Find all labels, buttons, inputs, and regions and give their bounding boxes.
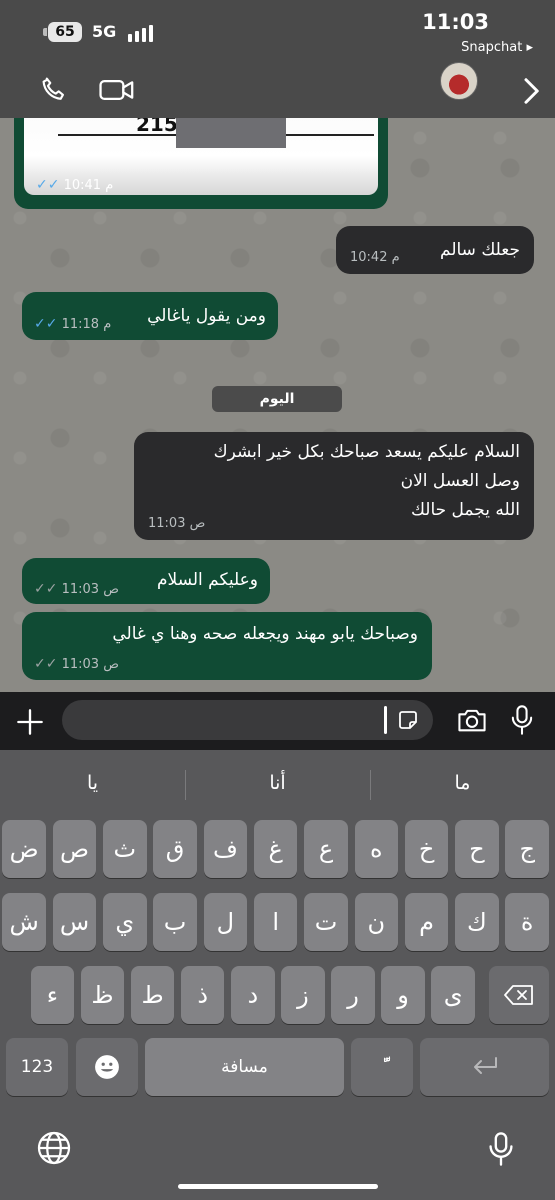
message-time: 10:41 م: [63, 178, 114, 193]
message-input[interactable]: [62, 700, 433, 740]
message-text: وعليكم السلام: [157, 570, 258, 590]
message-bubble-outgoing[interactable]: جعلك سالم 10:42 م: [336, 226, 534, 274]
key[interactable]: ا: [253, 893, 298, 951]
key[interactable]: و: [381, 966, 425, 1024]
message-meta: ✓✓ 11:18 م: [34, 316, 111, 332]
message-bubble-incoming[interactable]: وعليكم السلام ✓✓ 11:03 ص: [22, 558, 270, 604]
key[interactable]: ب: [153, 893, 197, 951]
key[interactable]: ض: [2, 820, 46, 878]
key[interactable]: ك: [455, 893, 499, 951]
suggestion-divider: [370, 770, 371, 800]
suggestion-2[interactable]: أنا: [185, 772, 370, 794]
key[interactable]: ى: [431, 966, 475, 1024]
read-receipt-icon: ✓✓: [36, 177, 66, 193]
message-text: وصباحك يابو مهند ويجعله صحه وهنا ي غالي: [112, 624, 418, 644]
sticker-icon[interactable]: [396, 708, 420, 736]
composer-bar: [0, 692, 555, 750]
key[interactable]: س: [52, 893, 97, 951]
suggestion-3[interactable]: يا: [0, 772, 185, 794]
text-caret: [384, 706, 387, 734]
diacritics-key[interactable]: ًّ: [351, 1038, 413, 1096]
key[interactable]: ث: [103, 820, 147, 878]
key[interactable]: ء: [30, 966, 75, 1024]
read-receipt-icon: ✓✓: [34, 316, 64, 332]
microphone-icon[interactable]: [510, 704, 534, 740]
key[interactable]: ت: [304, 893, 348, 951]
numbers-key[interactable]: 123: [6, 1038, 68, 1096]
delivered-receipt-icon: ✓✓: [34, 581, 64, 597]
message-text: السلام عليكم يسعد صباحك بكل خير ابشرك وص…: [214, 438, 520, 525]
message-bubble-incoming[interactable]: وصباحك يابو مهند ويجعله صحه وهنا ي غالي …: [22, 612, 432, 680]
camera-icon[interactable]: [456, 706, 488, 738]
globe-icon[interactable]: [36, 1130, 72, 1170]
keyboard: ما أنا يا جحخهعغفقثصض ةكمنتالبيسش ىورزدذطظ…: [0, 750, 555, 1200]
key[interactable]: ز: [281, 966, 325, 1024]
message-meta: ✓✓ 10:41 م: [36, 177, 113, 193]
key[interactable]: د: [231, 966, 275, 1024]
key[interactable]: ق: [153, 820, 197, 878]
key[interactable]: ه: [354, 820, 399, 878]
message-bubble-incoming[interactable]: ومن يقول ياغالي ✓✓ 11:18 م: [22, 292, 278, 340]
phone-icon[interactable]: [38, 74, 70, 110]
key[interactable]: ش: [2, 893, 46, 951]
key[interactable]: ر: [331, 966, 375, 1024]
message-time: 11:18 م: [61, 317, 112, 332]
image-message[interactable]: 215 ✓✓ 10:41 م: [14, 118, 388, 209]
microphone-icon[interactable]: [488, 1130, 514, 1172]
message-line: السلام عليكم يسعد صباحك بكل خير ابشرك: [213, 442, 520, 462]
suggestion-divider: [185, 770, 186, 800]
battery-indicator: 65: [48, 22, 82, 42]
key[interactable]: ن: [354, 893, 399, 951]
key[interactable]: ة: [505, 893, 549, 951]
message-time: 11:03 ص: [61, 657, 119, 672]
video-camera-icon[interactable]: [98, 74, 136, 110]
contact-avatar[interactable]: [440, 62, 478, 100]
status-time: 11:03: [422, 10, 489, 34]
signal-icon: [128, 24, 158, 42]
emoji-icon[interactable]: [76, 1038, 138, 1096]
key[interactable]: ح: [455, 820, 499, 878]
suggestion-1[interactable]: ما: [370, 772, 555, 794]
chevron-right-icon[interactable]: [518, 76, 544, 110]
delivered-receipt-icon: ✓✓: [34, 656, 64, 672]
plus-icon[interactable]: [16, 708, 44, 740]
key[interactable]: ج: [505, 820, 549, 878]
message-time: 10:42 م: [350, 250, 400, 265]
key[interactable]: ل: [203, 893, 248, 951]
key[interactable]: ع: [304, 820, 348, 878]
key[interactable]: م: [404, 893, 449, 951]
message-time: 11:03 ص: [148, 516, 206, 531]
battery-tip: [43, 28, 47, 36]
message-line: الله يجمل حالك: [410, 500, 520, 520]
back-to-app-link[interactable]: Snapchat ▸: [461, 40, 533, 55]
message-meta: ✓✓ 11:03 ص: [34, 581, 119, 597]
image-redaction: [176, 118, 286, 148]
message-time: 11:03 ص: [61, 582, 119, 597]
message-meta: ✓✓ 11:03 ص: [34, 656, 119, 672]
date-divider: اليوم: [212, 386, 342, 412]
message-bubble-outgoing[interactable]: السلام عليكم يسعد صباحك بكل خير ابشرك وص…: [134, 432, 534, 540]
key[interactable]: ي: [103, 893, 147, 951]
key[interactable]: خ: [404, 820, 449, 878]
message-text: ومن يقول ياغالي: [147, 306, 266, 326]
key[interactable]: ذ: [180, 966, 225, 1024]
message-line: وصل العسل الان: [400, 471, 520, 491]
space-key[interactable]: مسافة: [145, 1038, 344, 1096]
status-bar: 65 5G 11:03 Snapchat ▸: [0, 0, 555, 62]
chat-area[interactable]: 215 ✓✓ 10:41 م جعلك سالم 10:42 م ومن يقو…: [0, 118, 555, 692]
home-indicator: [178, 1184, 378, 1189]
return-icon[interactable]: [420, 1038, 549, 1096]
key[interactable]: غ: [253, 820, 298, 878]
message-text: جعلك سالم: [440, 240, 520, 260]
network-type: 5G: [92, 22, 117, 41]
delete-icon[interactable]: [489, 966, 549, 1024]
key[interactable]: ف: [203, 820, 248, 878]
key[interactable]: ظ: [80, 966, 125, 1024]
key[interactable]: ص: [52, 820, 97, 878]
key[interactable]: ط: [130, 966, 175, 1024]
